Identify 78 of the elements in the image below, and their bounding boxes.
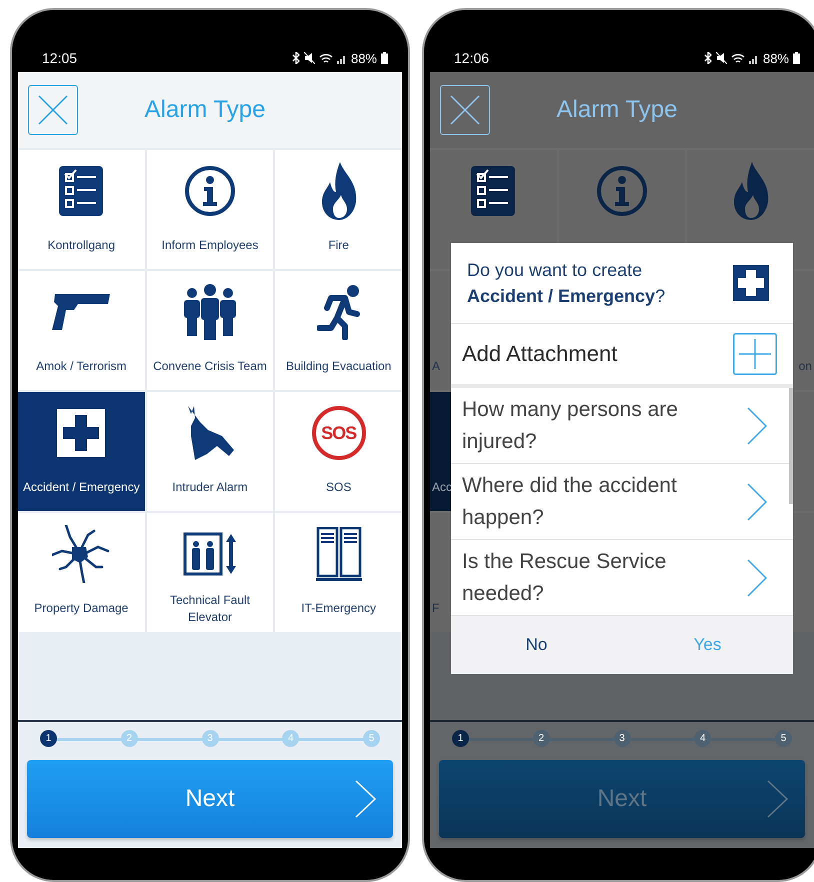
pistol-icon [52,294,110,330]
alarm-type-tile[interactable]: IT-Emergency [275,513,402,632]
alarm-type-tile[interactable]: Kontrollgang [18,150,145,269]
alarm-type-tile[interactable]: Technical Fault Elevator [146,513,274,632]
step-dot: 1 [40,730,57,746]
checklist-icon [59,166,104,216]
close-icon [38,95,68,125]
tile-label: IT-Emergency [301,600,376,617]
step-dot: 2 [532,730,550,746]
chevron-right-icon [767,780,789,818]
tile-label: F [432,600,440,617]
step-dot: 5 [363,730,380,746]
alarm-type-tile[interactable]: Fire [275,150,402,269]
flame-icon [732,162,770,220]
tile-label: Intruder Alarm [172,479,248,496]
screen-title: Alarm Type [556,96,678,124]
status-time: 12:06 [454,50,490,66]
mute-icon [304,52,315,64]
tile-label: SOS [326,479,352,496]
bluetooth-icon [292,52,300,64]
step-dot: 5 [775,730,792,746]
alarm-type-tile[interactable]: Accident / Emergency [18,392,145,511]
mute-icon [716,52,727,64]
tile-label: on [798,358,812,375]
medical-cross-icon [57,409,106,457]
tile-label: Kontrollgang [48,237,116,254]
info-icon [596,165,648,217]
flame-icon [320,162,358,220]
tile-label: Building Evacuation [286,358,392,375]
wifi-icon [318,52,333,64]
bluetooth-icon [704,52,712,64]
step-dot: 4 [282,730,300,746]
alarm-type-tile[interactable]: Convene Crisis Team [146,271,274,390]
chevron-right-icon [747,406,767,444]
plus-icon [733,333,777,375]
battery-percent: 88% [762,50,789,66]
dialog-prompt: Do you want to create Accident / Emergency? [467,258,666,308]
close-button[interactable] [28,85,78,135]
elevator-icon [182,532,237,576]
step-dot: 3 [202,730,218,746]
chevron-right-icon [747,558,767,596]
cancel-button[interactable]: No [451,616,622,674]
alarm-type-tile[interactable]: Building Evacuation [275,271,402,390]
status-time: 12:05 [42,50,78,66]
alarm-type-tile[interactable]: Amok / Terrorism [18,271,145,390]
tile-label: Convene Crisis Team [153,358,267,375]
tile-label: Amok / Terrorism [36,358,127,375]
alarm-type-tile[interactable]: Inform Employees [146,150,274,269]
screen-title: Alarm Type [144,96,266,124]
close-icon [450,95,480,125]
tile-label: Technical Fault Elevator [168,592,252,626]
running-person-icon [316,284,361,340]
alarm-type-tile[interactable]: Intruder Alarm [146,392,274,511]
server-icon [316,527,362,581]
tile-label: Property Damage [34,600,128,617]
tile-label: Fire [328,237,349,254]
chevron-right-icon [747,482,767,520]
sos-badge: SOS [312,406,366,460]
checklist-icon [471,166,516,216]
people-icon [182,284,237,340]
wifi-icon [730,52,745,64]
step-dot: 2 [120,730,138,746]
battery-icon [381,52,388,64]
alarm-type-tile[interactable]: Property Damage [18,513,145,632]
chevron-right-icon [355,780,377,818]
tile-label: Acc [432,479,452,496]
tile-label: Accident / Emergency [22,479,140,496]
tile-label: A [432,358,440,375]
close-button[interactable] [440,85,490,135]
battery-percent: 88% [350,50,377,66]
info-icon [184,165,236,217]
step-dot: 1 [452,730,469,746]
step-dot: 4 [694,730,712,746]
step-dot: 3 [614,730,630,746]
battery-icon [793,52,800,64]
tile-label: Inform Employees [162,237,258,254]
medical-cross-icon [733,265,769,301]
alarm-type-tile[interactable]: SOS SOS [275,392,402,511]
